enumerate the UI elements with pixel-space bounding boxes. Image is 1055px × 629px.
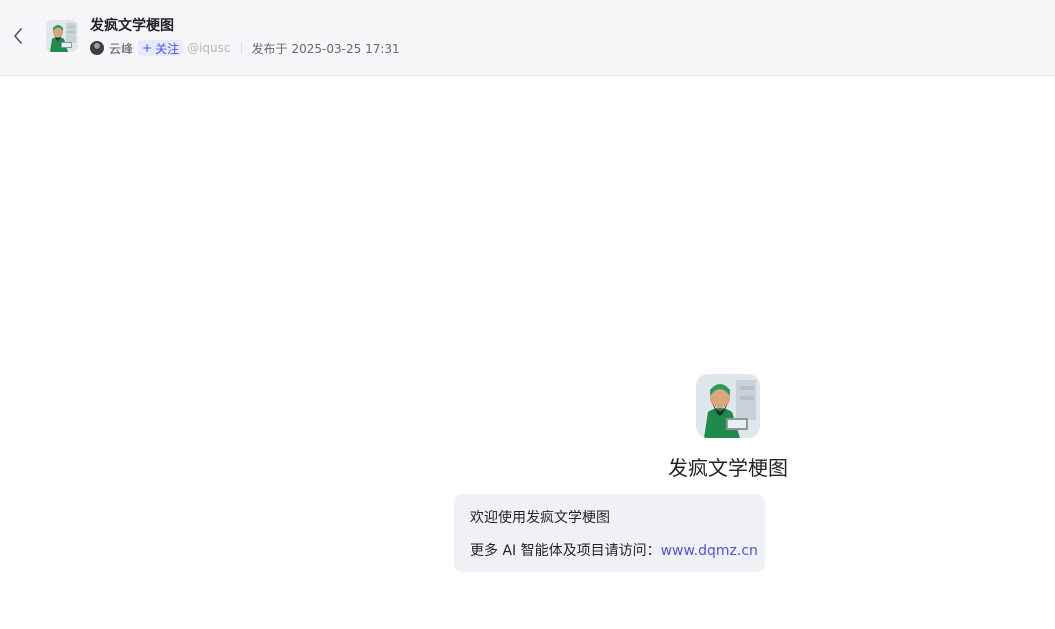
meta-divider bbox=[240, 42, 242, 54]
bot-avatar bbox=[46, 20, 78, 52]
top-header: 发疯文学梗图 云峰 + 关注 @iqusc 发布于 2025-03-25 17:3… bbox=[0, 0, 1055, 76]
welcome-message: 欢迎使用发疯文学梗图 更多 AI 智能体及项目请访问：www.dqmz.cn bbox=[454, 494, 765, 572]
author-avatar[interactable] bbox=[90, 41, 104, 55]
chevron-left-icon bbox=[14, 28, 22, 44]
published-info: 发布于 2025-03-25 17:31 bbox=[252, 40, 400, 57]
published-label: 发布于 bbox=[251, 41, 288, 56]
author-handle: @iqusc bbox=[187, 41, 231, 55]
follow-button[interactable]: + 关注 bbox=[138, 40, 184, 56]
back-button[interactable] bbox=[8, 24, 28, 48]
bot-avatar-large bbox=[696, 374, 760, 438]
published-time: 2025-03-25 17:31 bbox=[291, 41, 400, 56]
welcome-more-text: 更多 AI 智能体及项目请访问： bbox=[470, 543, 661, 559]
plus-icon: + bbox=[142, 41, 153, 55]
bot-title: 发疯文学梗图 bbox=[90, 18, 174, 34]
bot-name: 发疯文学梗图 bbox=[668, 456, 788, 480]
welcome-more-line: 更多 AI 智能体及项目请访问：www.dqmz.cn bbox=[470, 541, 758, 561]
website-link[interactable]: www.dqmz.cn bbox=[661, 543, 758, 559]
author-name[interactable]: 云峰 bbox=[109, 40, 133, 57]
meta-row: 云峰 + 关注 @iqusc 发布于 2025-03-25 17:31 bbox=[90, 40, 400, 56]
follow-label: 关注 bbox=[155, 41, 180, 56]
welcome-line: 欢迎使用发疯文学梗图 bbox=[470, 510, 610, 526]
